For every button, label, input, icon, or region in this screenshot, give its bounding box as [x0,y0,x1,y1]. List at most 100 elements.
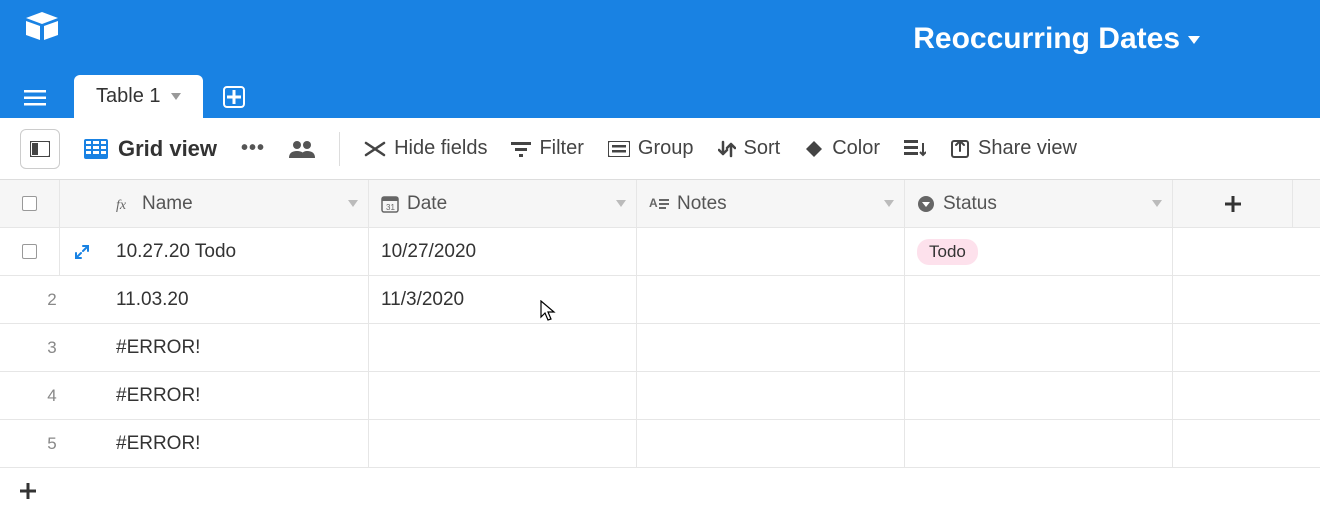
cell-status[interactable] [905,276,1173,323]
formula-field-icon: fx [116,195,134,213]
group-button[interactable]: Group [608,137,694,160]
view-name-button[interactable]: Grid view [84,136,217,162]
column-dropdown-icon[interactable] [348,200,358,207]
hide-fields-button[interactable]: Hide fields [364,137,487,160]
tab-label: Table 1 [96,85,161,108]
cell-value: #ERROR! [116,385,200,407]
table-row[interactable]: 2 11.03.20 11/3/2020 [0,276,1320,324]
hamburger-menu-icon[interactable] [24,90,46,106]
row-number[interactable]: 3 [0,324,104,371]
add-column-button[interactable] [1173,180,1293,227]
table-row[interactable]: 3 #ERROR! [0,324,1320,372]
cell-value: 10.27.20 Todo [116,241,236,263]
cell-notes[interactable] [637,324,905,371]
single-select-field-icon [917,195,935,213]
column-header-notes[interactable]: A Notes [637,180,905,227]
collaborators-icon[interactable] [289,140,315,158]
hide-fields-label: Hide fields [394,137,487,160]
row-number[interactable]: 5 [0,420,104,467]
grid-view-icon [84,139,108,159]
toolbar-separator [339,132,340,166]
svg-text:31: 31 [386,203,395,212]
longtext-field-icon: A [649,197,669,211]
group-icon [608,141,630,157]
cell-name[interactable]: #ERROR! [104,372,369,419]
base-name[interactable]: Reoccurring Dates [913,22,1180,56]
cell-date[interactable]: 10/27/2020 [369,228,637,275]
cell-name[interactable]: #ERROR! [104,324,369,371]
select-all-cell[interactable] [0,180,60,227]
row-number-label: 5 [47,434,56,454]
cell-status[interactable] [905,324,1173,371]
share-view-button[interactable]: Share view [950,137,1077,160]
base-name-dropdown-icon[interactable] [1188,36,1200,44]
filter-icon [511,141,531,157]
tab-dropdown-icon[interactable] [171,93,181,100]
date-field-icon: 31 [381,195,399,213]
cell-name[interactable]: #ERROR! [104,420,369,467]
cell-notes[interactable] [637,276,905,323]
table-tab-bar: Table 1 [0,72,1320,118]
add-table-button[interactable] [223,86,245,108]
column-dropdown-icon[interactable] [1152,200,1162,207]
group-label: Group [638,137,694,160]
expand-record-button[interactable] [60,228,104,275]
cell-date[interactable] [369,324,637,371]
cell-status[interactable] [905,372,1173,419]
cell-status[interactable] [905,420,1173,467]
view-name-label: Grid view [118,136,217,162]
cell-value: #ERROR! [116,337,200,359]
toggle-sidebar-button[interactable] [20,129,60,169]
grid-header-row: fx Name 31 Date A Notes Status [0,180,1320,228]
column-header-name[interactable]: fx Name [104,180,369,227]
eye-off-icon [364,141,386,157]
share-view-label: Share view [978,137,1077,160]
color-button[interactable]: Color [804,137,880,160]
filter-label: Filter [539,137,583,160]
row-number-label: 4 [47,386,56,406]
column-dropdown-icon[interactable] [616,200,626,207]
tab-table-1[interactable]: Table 1 [74,75,203,118]
color-label: Color [832,137,880,160]
cell-value: 11/3/2020 [381,289,464,311]
sort-button[interactable]: Sort [718,137,781,160]
cell-date[interactable]: 11/3/2020 [369,276,637,323]
cell-notes[interactable] [637,420,905,467]
cell-value: #ERROR! [116,433,200,455]
view-toolbar: Grid view ••• Hide fields Filter Group S… [0,118,1320,180]
add-row-button[interactable] [0,468,1320,514]
row-select-cell[interactable] [0,228,60,275]
table-row[interactable]: 10.27.20 Todo 10/27/2020 Todo [0,228,1320,276]
column-header-status[interactable]: Status [905,180,1173,227]
svg-text:A: A [649,197,658,210]
data-grid: fx Name 31 Date A Notes Status 10.27.20 … [0,180,1320,514]
table-row[interactable]: 5 #ERROR! [0,420,1320,468]
view-more-icon[interactable]: ••• [241,137,265,160]
filter-button[interactable]: Filter [511,137,583,160]
cell-name[interactable]: 11.03.20 [104,276,369,323]
row-number-label: 2 [47,290,56,310]
column-date-label: Date [407,193,447,215]
row-number-label: 3 [47,338,56,358]
cell-value: 11.03.20 [116,289,189,311]
sort-icon [718,140,736,158]
airtable-logo-icon [24,12,56,44]
column-header-date[interactable]: 31 Date [369,180,637,227]
column-dropdown-icon[interactable] [884,200,894,207]
cell-name[interactable]: 10.27.20 Todo [104,228,369,275]
app-header: Reoccurring Dates [0,0,1320,72]
cell-notes[interactable] [637,372,905,419]
cell-date[interactable] [369,372,637,419]
cell-date[interactable] [369,420,637,467]
checkbox-icon [22,244,37,259]
table-row[interactable]: 4 #ERROR! [0,372,1320,420]
cell-status[interactable]: Todo [905,228,1173,275]
row-height-icon [904,140,926,158]
checkbox-icon [22,196,37,211]
column-name-label: Name [142,193,193,215]
row-number[interactable]: 2 [0,276,104,323]
row-height-button[interactable] [904,140,926,158]
share-icon [950,139,970,159]
row-number[interactable]: 4 [0,372,104,419]
cell-notes[interactable] [637,228,905,275]
